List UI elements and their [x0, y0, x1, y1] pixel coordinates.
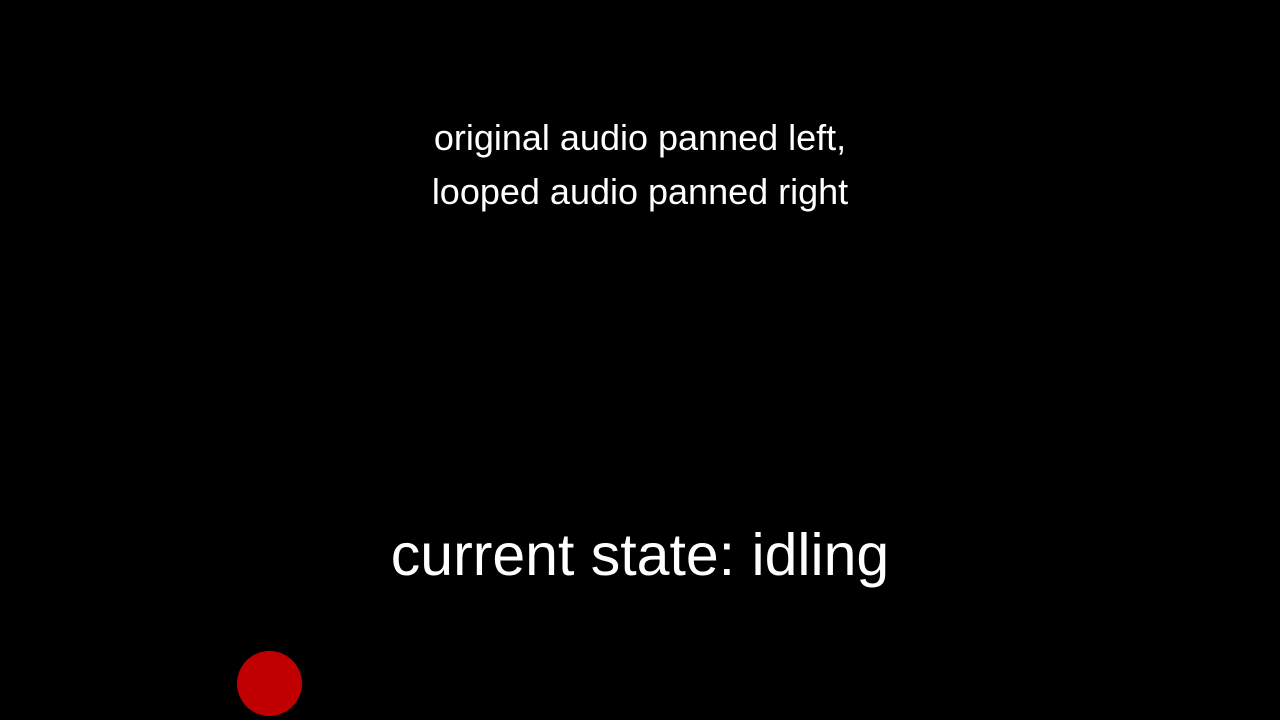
caption-line-2: looped audio panned right [431, 171, 849, 212]
record-dot-icon [237, 651, 302, 716]
stage: original audio panned left, looped audio… [0, 0, 1280, 720]
caption: original audio panned left, looped audio… [0, 111, 1280, 219]
caption-line-1: original audio panned left, [433, 117, 847, 158]
current-state-label: current state: idling [390, 522, 890, 588]
